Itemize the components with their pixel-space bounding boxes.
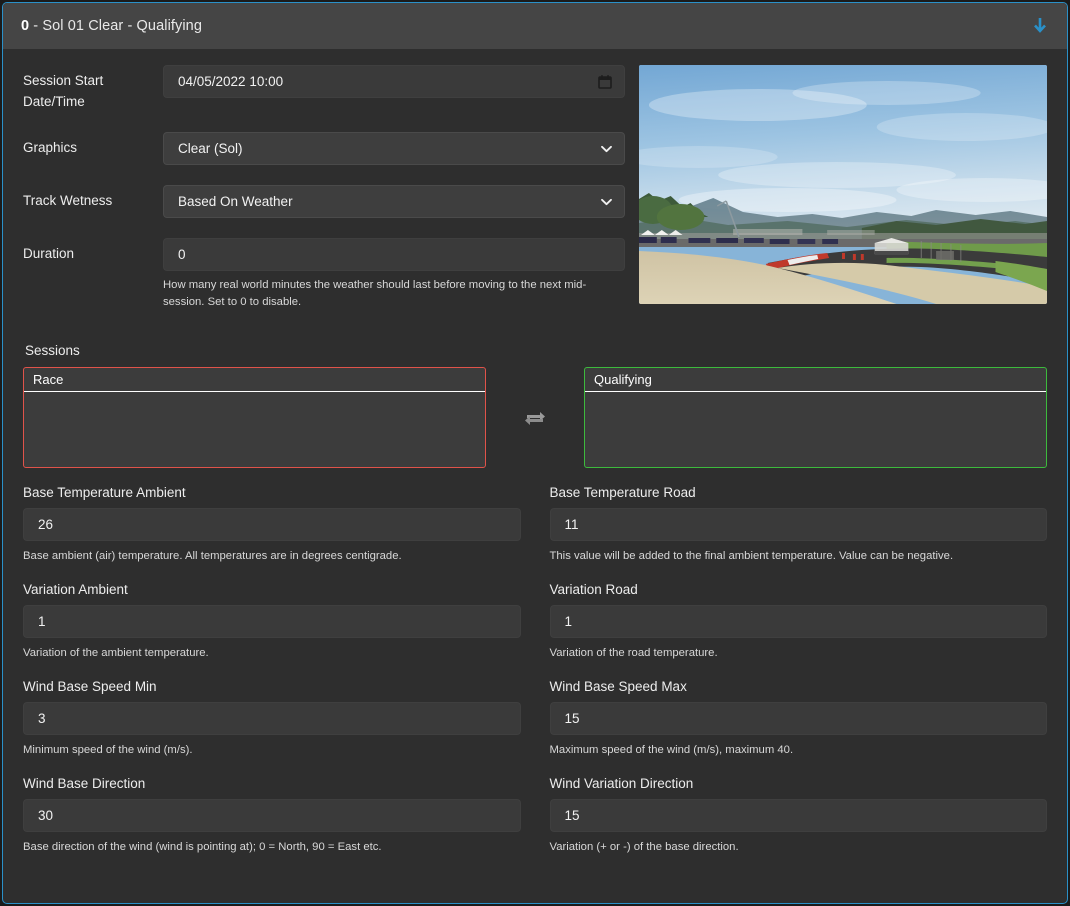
swap-arrows-icon[interactable] (523, 409, 547, 427)
field-helper: Variation of the road temperature. (549, 647, 718, 659)
card-header: 0 - Sol 01 Clear - Qualifying (3, 3, 1067, 49)
field-base-temperature-ambient: Base Temperature Ambient 26 Base ambient… (23, 485, 521, 565)
variation-ambient-input[interactable]: 1 (23, 605, 521, 638)
field-helper: Maximum speed of the wind (m/s), maximum… (549, 744, 794, 756)
wind-base-speed-min-input[interactable]: 3 (23, 702, 521, 735)
sessions-selected-list[interactable]: Qualifying (584, 367, 1047, 468)
field-wind-variation-direction: Wind Variation Direction 15 Variation (+… (549, 776, 1047, 856)
base-temperature-road-input[interactable]: 11 (549, 508, 1047, 541)
field-value: 1 (564, 614, 573, 629)
card-title-index: 0 (21, 18, 30, 34)
arrow-down-icon[interactable] (1029, 14, 1051, 38)
sessions-available-list-body[interactable] (24, 392, 485, 467)
duration-label: Duration (23, 246, 75, 261)
field-wind-base-direction: Wind Base Direction 30 Base direction of… (23, 776, 521, 856)
duration-value: 0 (178, 247, 186, 262)
top-left-form: Session Start Date/Time 04/05/2022 10:00 (23, 65, 625, 329)
duration-row: Duration 0 How many real world minutes t… (23, 238, 625, 311)
track-preview-image (639, 65, 1047, 304)
field-value: 1 (38, 614, 46, 629)
graphics-select[interactable]: Clear (Sol) (163, 132, 625, 165)
session-item-qualifying[interactable]: Qualifying (585, 368, 1046, 392)
field-variation-ambient: Variation Ambient 1 Variation of the amb… (23, 582, 521, 662)
session-item-race[interactable]: Race (24, 368, 485, 392)
graphics-label: Graphics (23, 140, 78, 155)
field-value: 3 (38, 711, 46, 726)
field-wind-base-speed-min: Wind Base Speed Min 3 Minimum speed of t… (23, 679, 521, 759)
session-start-row: Session Start Date/Time 04/05/2022 10:00 (23, 65, 625, 112)
session-start-label: Session Start Date/Time (23, 73, 104, 109)
field-label: Base Temperature Road (549, 485, 696, 500)
field-value: 15 (564, 808, 580, 823)
calendar-icon[interactable] (598, 74, 612, 89)
wind-base-direction-input[interactable]: 30 (23, 799, 521, 832)
field-value: 11 (564, 517, 579, 532)
top-section: Session Start Date/Time 04/05/2022 10:00 (23, 65, 1047, 329)
field-base-temperature-road: Base Temperature Road 11 This value will… (549, 485, 1047, 565)
base-temperature-ambient-input[interactable]: 26 (23, 508, 521, 541)
duration-helper: How many real world minutes the weather … (163, 279, 587, 308)
wind-variation-direction-input[interactable]: 15 (549, 799, 1047, 832)
swap-control (486, 367, 584, 468)
field-variation-road: Variation Road 1 Variation of the road t… (549, 582, 1047, 662)
track-wetness-row: Track Wetness Based On Weather (23, 185, 625, 218)
session-start-field: 04/05/2022 10:00 (163, 65, 625, 98)
arrow-down-glyph (1034, 18, 1046, 33)
track-wetness-field: Based On Weather (163, 185, 625, 218)
weather-settings-grid: Base Temperature Ambient 26 Base ambient… (23, 485, 1047, 873)
field-value: 15 (564, 711, 580, 726)
track-wetness-select[interactable]: Based On Weather (163, 185, 625, 218)
track-wetness-label: Track Wetness (23, 193, 113, 208)
field-label: Wind Base Speed Min (23, 679, 157, 694)
sessions-title: Sessions (25, 343, 80, 358)
session-start-input[interactable]: 04/05/2022 10:00 (163, 65, 625, 98)
weather-session-card: 0 - Sol 01 Clear - Qualifying Session St… (2, 2, 1068, 904)
track-preview-graphic (639, 65, 1047, 304)
field-label: Wind Base Speed Max (549, 679, 687, 694)
track-wetness-value: Based On Weather (178, 194, 293, 209)
card-body: Session Start Date/Time 04/05/2022 10:00 (3, 49, 1067, 903)
variation-road-input[interactable]: 1 (549, 605, 1047, 638)
card-title-rest: - Sol 01 Clear - Qualifying (29, 18, 203, 34)
field-value: 30 (38, 808, 54, 823)
field-helper: This value will be added to the final am… (549, 550, 954, 562)
field-label: Wind Base Direction (23, 776, 146, 791)
sessions-available-list[interactable]: Race (23, 367, 486, 468)
field-helper: Variation of the ambient temperature. (23, 647, 209, 659)
field-helper: Base ambient (air) temperature. All temp… (23, 550, 402, 562)
track-preview (639, 65, 1047, 329)
graphics-field: Clear (Sol) (163, 132, 625, 165)
card-title: 0 - Sol 01 Clear - Qualifying (21, 18, 202, 34)
field-helper: Minimum speed of the wind (m/s). (23, 744, 193, 756)
duration-input[interactable]: 0 (163, 238, 625, 271)
field-label: Base Temperature Ambient (23, 485, 186, 500)
field-label: Variation Road (549, 582, 638, 597)
field-wind-base-speed-max: Wind Base Speed Max 15 Maximum speed of … (549, 679, 1047, 759)
session-item-qualifying-label: Qualifying (594, 372, 652, 387)
sessions-selected-list-body[interactable] (585, 392, 1046, 467)
duration-field: 0 How many real world minutes the weathe… (163, 238, 625, 311)
chevron-down-icon (601, 198, 612, 205)
session-start-value: 04/05/2022 10:00 (178, 74, 284, 89)
field-helper: Variation (+ or -) of the base direction… (549, 841, 739, 853)
field-value: 26 (38, 517, 54, 532)
chevron-down-icon (601, 145, 612, 152)
graphics-value: Clear (Sol) (178, 141, 243, 156)
graphics-row: Graphics Clear (Sol) (23, 132, 625, 165)
field-label: Variation Ambient (23, 582, 128, 597)
field-helper: Base direction of the wind (wind is poin… (23, 841, 382, 853)
session-item-race-label: Race (33, 372, 64, 387)
sessions-row: Race Qualifying (23, 367, 1047, 468)
field-label: Wind Variation Direction (549, 776, 694, 791)
wind-base-speed-max-input[interactable]: 15 (549, 702, 1047, 735)
